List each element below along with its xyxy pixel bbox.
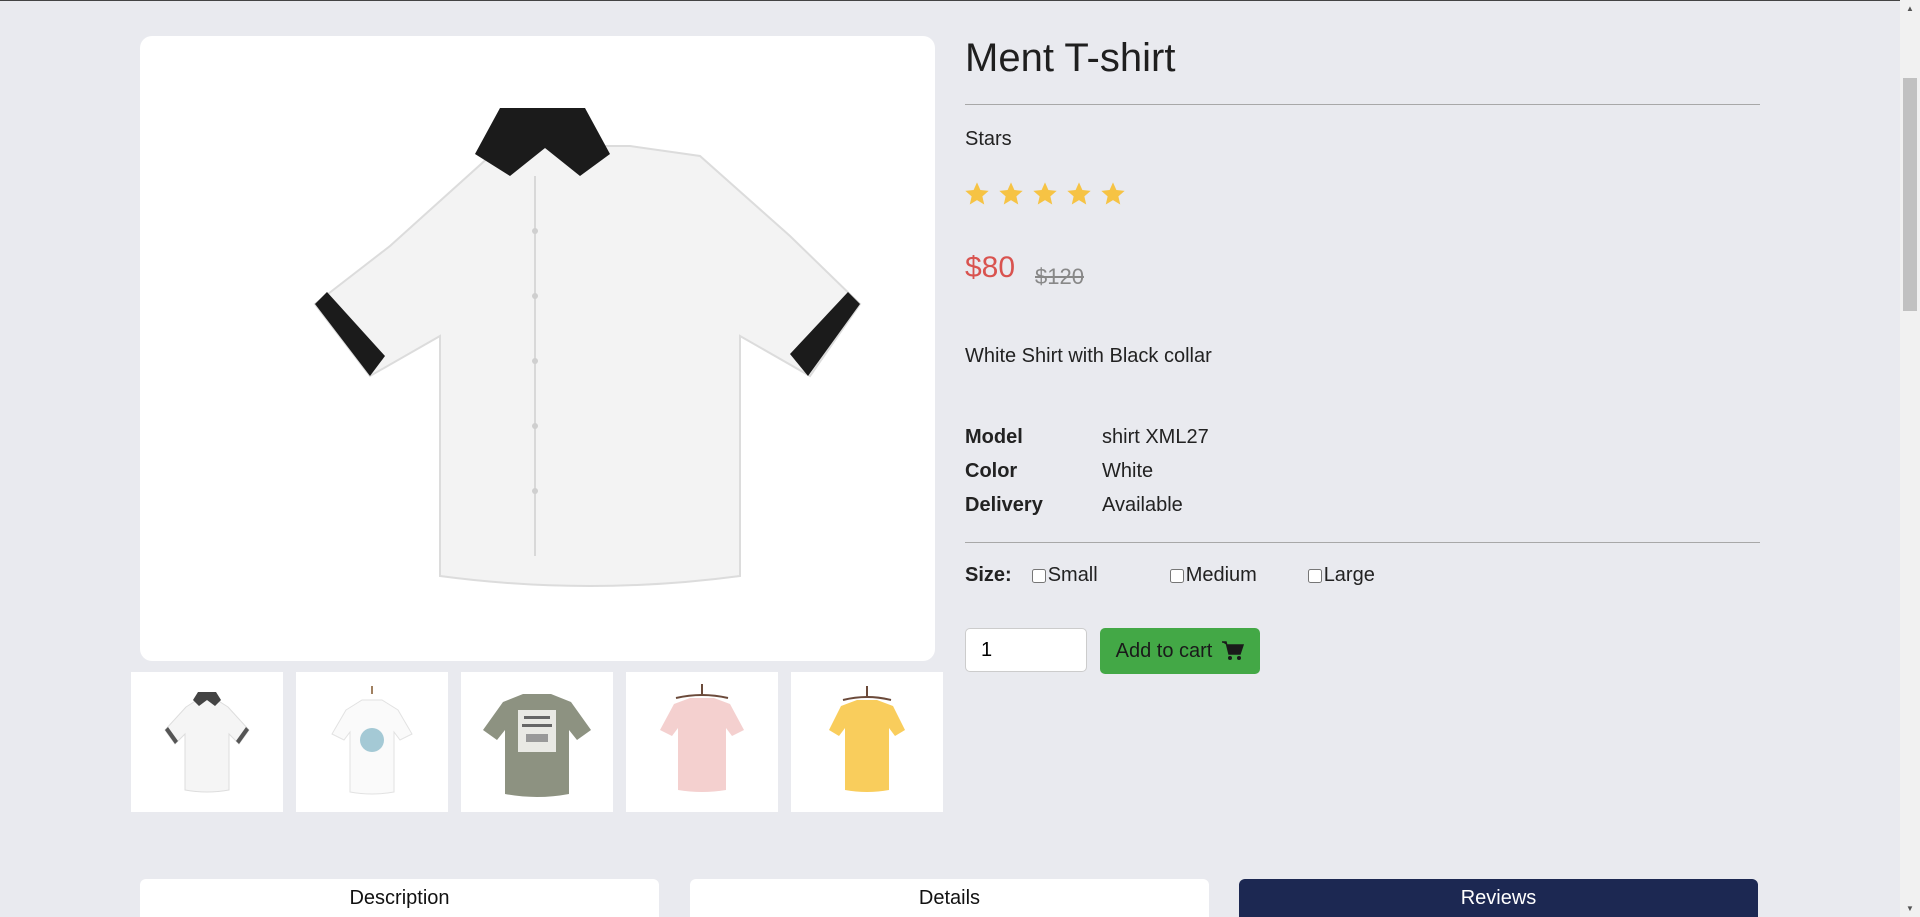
title-divider bbox=[965, 104, 1760, 105]
tab-label: Details bbox=[918, 886, 981, 909]
grey-tshirt-print-icon bbox=[483, 694, 591, 797]
spec-value: Available bbox=[1102, 493, 1183, 516]
size-label: Size: bbox=[965, 564, 1012, 586]
size-option-small[interactable]: Small bbox=[1031, 564, 1170, 587]
tab-label: Reviews bbox=[1460, 886, 1537, 909]
size-option-large[interactable]: Large bbox=[1307, 564, 1446, 587]
size-small-checkbox[interactable] bbox=[1031, 568, 1046, 583]
size-selector: Size: Small Medium Large bbox=[965, 564, 1446, 587]
spec-key: Model bbox=[965, 425, 1023, 448]
product-title: Ment T-shirt bbox=[965, 36, 1176, 80]
star-icon bbox=[1065, 180, 1093, 208]
scroll-up-arrow-icon[interactable]: ▲ bbox=[1900, 0, 1920, 17]
spec-row: Model shirt XML27 bbox=[965, 420, 1209, 454]
add-to-cart-label: Add to cart bbox=[1115, 639, 1213, 662]
quantity-input[interactable] bbox=[965, 628, 1087, 672]
tab-reviews[interactable]: Reviews bbox=[1239, 879, 1758, 917]
spec-row: Color White bbox=[965, 454, 1209, 488]
star-icon bbox=[1031, 180, 1059, 208]
product-description: White Shirt with Black collar bbox=[965, 345, 1212, 367]
tab-label: Description bbox=[349, 886, 450, 909]
main-product-image bbox=[140, 36, 935, 661]
page-scrollbar[interactable]: ▲ ▼ bbox=[1900, 0, 1920, 917]
top-border bbox=[0, 0, 1900, 1]
spec-value: shirt XML27 bbox=[1102, 425, 1209, 448]
current-price: $80 bbox=[965, 251, 1016, 284]
spec-key: Delivery bbox=[965, 493, 1043, 516]
star-icon bbox=[963, 180, 991, 208]
white-shirt-black-collar-icon bbox=[164, 692, 250, 793]
size-option-label: Large bbox=[1323, 564, 1375, 586]
thumbnail-3[interactable] bbox=[461, 672, 613, 812]
size-large-checkbox[interactable] bbox=[1307, 568, 1322, 583]
spec-key: Color bbox=[965, 459, 1018, 482]
yellow-tshirt-icon bbox=[829, 686, 905, 792]
cart-icon bbox=[1222, 641, 1245, 660]
scroll-down-arrow-icon[interactable]: ▼ bbox=[1900, 900, 1920, 917]
size-option-medium[interactable]: Medium bbox=[1169, 564, 1308, 587]
thumbnail-4[interactable] bbox=[626, 672, 778, 812]
thumbnail-2[interactable] bbox=[296, 672, 448, 812]
white-shirt-illustration bbox=[313, 108, 862, 587]
size-divider bbox=[965, 542, 1760, 543]
white-tshirt-graphic-icon bbox=[331, 686, 413, 795]
tab-description[interactable]: Description bbox=[140, 879, 659, 917]
size-option-label: Small bbox=[1047, 564, 1098, 586]
star-icon bbox=[1099, 180, 1127, 208]
star-icon bbox=[997, 180, 1025, 208]
old-price: $120 bbox=[1035, 264, 1084, 289]
thumbnail-1[interactable] bbox=[131, 672, 283, 812]
stars-label: Stars bbox=[965, 128, 1012, 150]
spec-table: Model shirt XML27 Color White Delivery A… bbox=[965, 420, 1209, 522]
spec-value: White bbox=[1102, 459, 1154, 482]
spec-row: Delivery Available bbox=[965, 488, 1209, 522]
thumbnail-5[interactable] bbox=[791, 672, 943, 812]
scrollbar-thumb[interactable] bbox=[1903, 78, 1917, 311]
size-option-label: Medium bbox=[1185, 564, 1257, 586]
pink-tshirt-icon bbox=[660, 684, 744, 792]
add-to-cart-button[interactable]: Add to cart bbox=[1100, 628, 1260, 674]
thumbnail-strip bbox=[131, 672, 943, 812]
size-medium-checkbox[interactable] bbox=[1169, 568, 1184, 583]
tab-details[interactable]: Details bbox=[690, 879, 1209, 917]
star-rating bbox=[963, 180, 1127, 208]
